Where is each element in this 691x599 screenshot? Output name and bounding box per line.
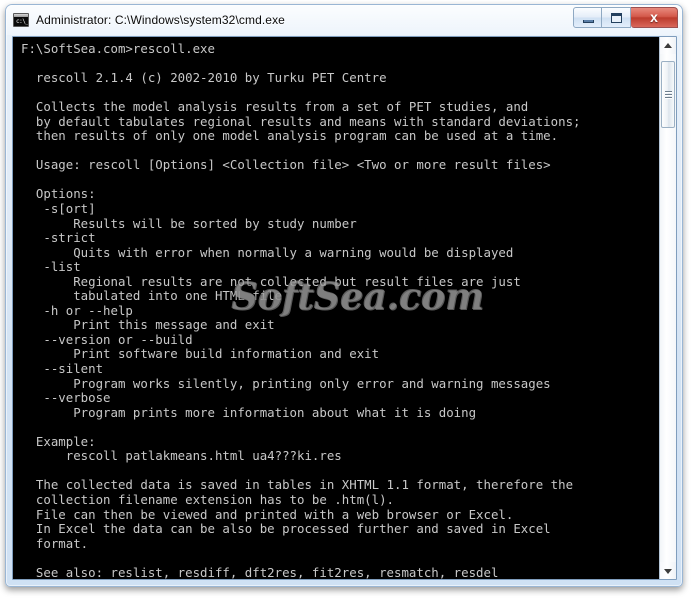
chevron-down-icon	[664, 568, 672, 574]
scrollbar-track[interactable]	[660, 54, 676, 562]
minimize-button[interactable]	[573, 7, 602, 28]
console-output-surface[interactable]: F:\SoftSea.com>rescoll.exe rescoll 2.1.4…	[13, 37, 659, 579]
chevron-up-icon	[664, 42, 672, 48]
scrollbar-grip-icon	[665, 90, 672, 99]
scroll-down-arrow-button[interactable]	[660, 562, 676, 579]
icon-titlebar-stripe	[14, 14, 28, 17]
title-bar[interactable]: c:\_ Administrator: C:\Windows\system32\…	[6, 5, 682, 35]
scrollbar-thumb[interactable]	[661, 61, 675, 128]
console-output-text: F:\SoftSea.com>rescoll.exe rescoll 2.1.4…	[21, 41, 581, 579]
window-title: Administrator: C:\Windows\system32\cmd.e…	[36, 13, 285, 27]
scroll-up-arrow-button[interactable]	[660, 37, 676, 54]
minimize-icon	[583, 20, 594, 23]
close-button[interactable]: x	[631, 7, 678, 28]
close-icon: x	[650, 9, 658, 25]
console-app-icon: c:\_	[13, 13, 29, 27]
console-client-area: F:\SoftSea.com>rescoll.exe rescoll 2.1.4…	[12, 36, 677, 580]
caption-button-group: x	[573, 7, 678, 28]
vertical-scrollbar[interactable]	[659, 37, 676, 579]
maximize-icon	[611, 13, 622, 23]
console-window: c:\_ Administrator: C:\Windows\system32\…	[5, 4, 683, 587]
icon-prompt-glyph: c:\_	[16, 18, 29, 25]
maximize-button[interactable]	[602, 7, 631, 28]
